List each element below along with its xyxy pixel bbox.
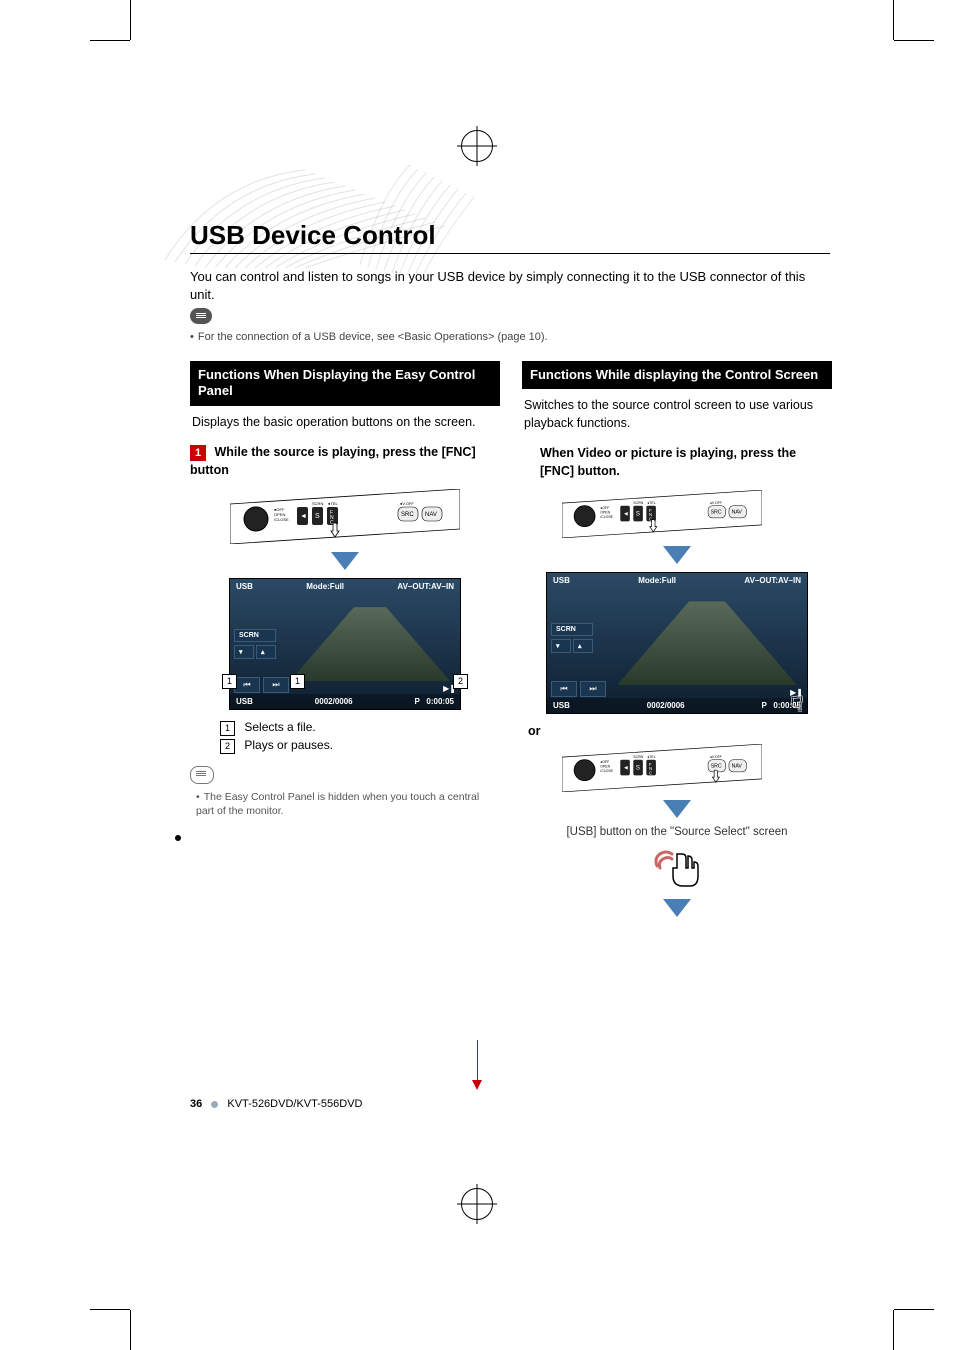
source-select-caption: [USB] button on the "Source Select" scre…	[522, 826, 832, 838]
intro-text: You can control and listen to songs in y…	[190, 268, 830, 303]
screen-avout-label: AV–OUT:AV–IN	[744, 576, 801, 585]
svg-text:◄: ◄	[300, 513, 307, 520]
svg-text:●TEL: ●TEL	[647, 755, 656, 759]
left-description: Displays the basic operation buttons on …	[190, 406, 500, 440]
device-front-panel-icon: ●OFF OPEN /CLOSE ◄ SCRN S ●TEL F N C ●V.…	[562, 490, 762, 538]
svg-text:S: S	[315, 513, 320, 520]
callout-2: 2	[453, 674, 468, 689]
step-number-badge: 1	[190, 445, 206, 461]
screen-bottom-source: USB	[236, 697, 253, 706]
svg-text:SRC: SRC	[401, 512, 414, 518]
callout-1: 1	[222, 674, 237, 689]
svg-text:●V.OFF: ●V.OFF	[400, 501, 414, 506]
svg-text:◄: ◄	[623, 511, 629, 518]
down-arrow-icon	[663, 546, 691, 564]
svg-text:●TEL: ●TEL	[328, 501, 339, 506]
screen-source-label: USB	[553, 576, 570, 585]
svg-text:◄: ◄	[623, 765, 629, 772]
margin-dot-icon	[175, 835, 181, 841]
svg-text:SRC: SRC	[711, 764, 722, 770]
adjust-button[interactable]: ▾	[234, 645, 254, 659]
left-section-header: Functions When Displaying the Easy Contr…	[190, 361, 500, 406]
right-description: Switches to the source control screen to…	[522, 389, 832, 440]
footer-dot-icon	[211, 1101, 218, 1108]
scrn-button[interactable]: SCRN	[551, 623, 593, 636]
screen-track-counter: 0002/0006	[315, 697, 353, 706]
svg-text:●OFF: ●OFF	[600, 507, 609, 511]
legend-text-2: Plays or pauses.	[244, 738, 333, 752]
scrn-button[interactable]: SCRN	[234, 629, 276, 642]
prev-track-button[interactable]: ⏮	[551, 681, 577, 697]
page-title: USB Device Control	[190, 220, 830, 254]
screen-source-label: USB	[236, 582, 253, 591]
screen-mode-label: Mode:Full	[306, 582, 344, 591]
adjust-button[interactable]: ▴	[256, 645, 276, 659]
tap-gesture-icon	[652, 846, 702, 891]
down-arrow-icon	[663, 800, 691, 818]
step-instruction: While the source is playing, press the […	[190, 445, 476, 477]
svg-text:OPEN: OPEN	[600, 765, 610, 769]
red-flow-arrow-icon	[472, 1040, 482, 1090]
legend-list: 1 Selects a file. 2 Plays or pauses.	[220, 720, 500, 754]
svg-text:S: S	[636, 511, 640, 518]
page-footer: 36 KVT-526DVD/KVT-556DVD	[190, 1098, 363, 1110]
svg-text:SRC: SRC	[711, 510, 722, 516]
svg-text:SCRN: SCRN	[312, 501, 323, 506]
next-track-button[interactable]: ⏭	[263, 677, 289, 693]
screen-mode-label: Mode:Full	[638, 576, 676, 585]
model-name: KVT-526DVD/KVT-556DVD	[227, 1098, 362, 1110]
next-track-button[interactable]: ⏭	[580, 681, 606, 697]
svg-text:NAV: NAV	[732, 764, 743, 770]
svg-text:/CLOSE: /CLOSE	[274, 517, 289, 522]
or-label: or	[528, 724, 832, 738]
svg-text:NAV: NAV	[425, 512, 437, 518]
device-front-panel-icon: ●OFF OPEN /CLOSE ◄ SCRN S ●TEL F N C ●V.…	[230, 489, 460, 544]
legend-num-2: 2	[220, 739, 235, 754]
finger-cursor-icon: ☟	[791, 692, 803, 717]
svg-text:S: S	[636, 765, 640, 772]
easy-control-screen: USB Mode:Full AV–OUT:AV–IN SCRN ▾ ▴ ⏮	[229, 578, 461, 710]
note-icon	[190, 308, 212, 324]
legend-num-1: 1	[220, 721, 235, 736]
connection-note: •For the connection of a USB device, see…	[190, 331, 854, 343]
screen-track-counter: 0002/0006	[647, 701, 685, 710]
screen-p-indicator: P	[415, 697, 420, 706]
screen-avout-label: AV–OUT:AV–IN	[397, 582, 454, 591]
svg-text:●V.OFF: ●V.OFF	[710, 755, 722, 759]
registration-mark-icon	[461, 1188, 493, 1220]
control-screen: USB Mode:Full AV–OUT:AV–IN SCRN ▾ ▴ ⏮	[546, 572, 808, 714]
adjust-button[interactable]: ▴	[573, 639, 593, 653]
down-arrow-icon	[331, 552, 359, 570]
svg-text:C: C	[649, 771, 652, 776]
svg-text:/CLOSE: /CLOSE	[600, 769, 613, 773]
legend-text-1: Selects a file.	[244, 720, 315, 734]
device-front-panel-icon: ●OFF OPEN /CLOSE ◄ SCRN S ●TEL F N C ●V.…	[562, 744, 762, 792]
screen-bottom-source: USB	[553, 701, 570, 710]
svg-text:NAV: NAV	[732, 510, 743, 516]
right-section-header: Functions While displaying the Control S…	[522, 361, 832, 389]
screen-p-indicator: P	[762, 701, 767, 710]
right-step-instruction: When Video or picture is playing, press …	[540, 446, 796, 478]
page-number: 36	[190, 1098, 202, 1110]
svg-text:SCRN: SCRN	[633, 501, 643, 505]
easy-panel-note: •The Easy Control Panel is hidden when y…	[196, 790, 500, 818]
svg-text:●V.OFF: ●V.OFF	[710, 501, 722, 505]
svg-text:OPEN: OPEN	[600, 511, 610, 515]
svg-text:●OFF: ●OFF	[600, 761, 609, 765]
svg-text:/CLOSE: /CLOSE	[600, 515, 613, 519]
prev-track-button[interactable]: ⏮	[234, 677, 260, 693]
adjust-button[interactable]: ▾	[551, 639, 571, 653]
callout-1b: 1	[290, 674, 305, 689]
note-icon	[190, 766, 214, 784]
svg-text:SCRN: SCRN	[633, 755, 643, 759]
svg-text:●TEL: ●TEL	[647, 501, 656, 505]
down-arrow-icon	[663, 899, 691, 917]
screen-time: 0:00:05	[426, 697, 454, 706]
